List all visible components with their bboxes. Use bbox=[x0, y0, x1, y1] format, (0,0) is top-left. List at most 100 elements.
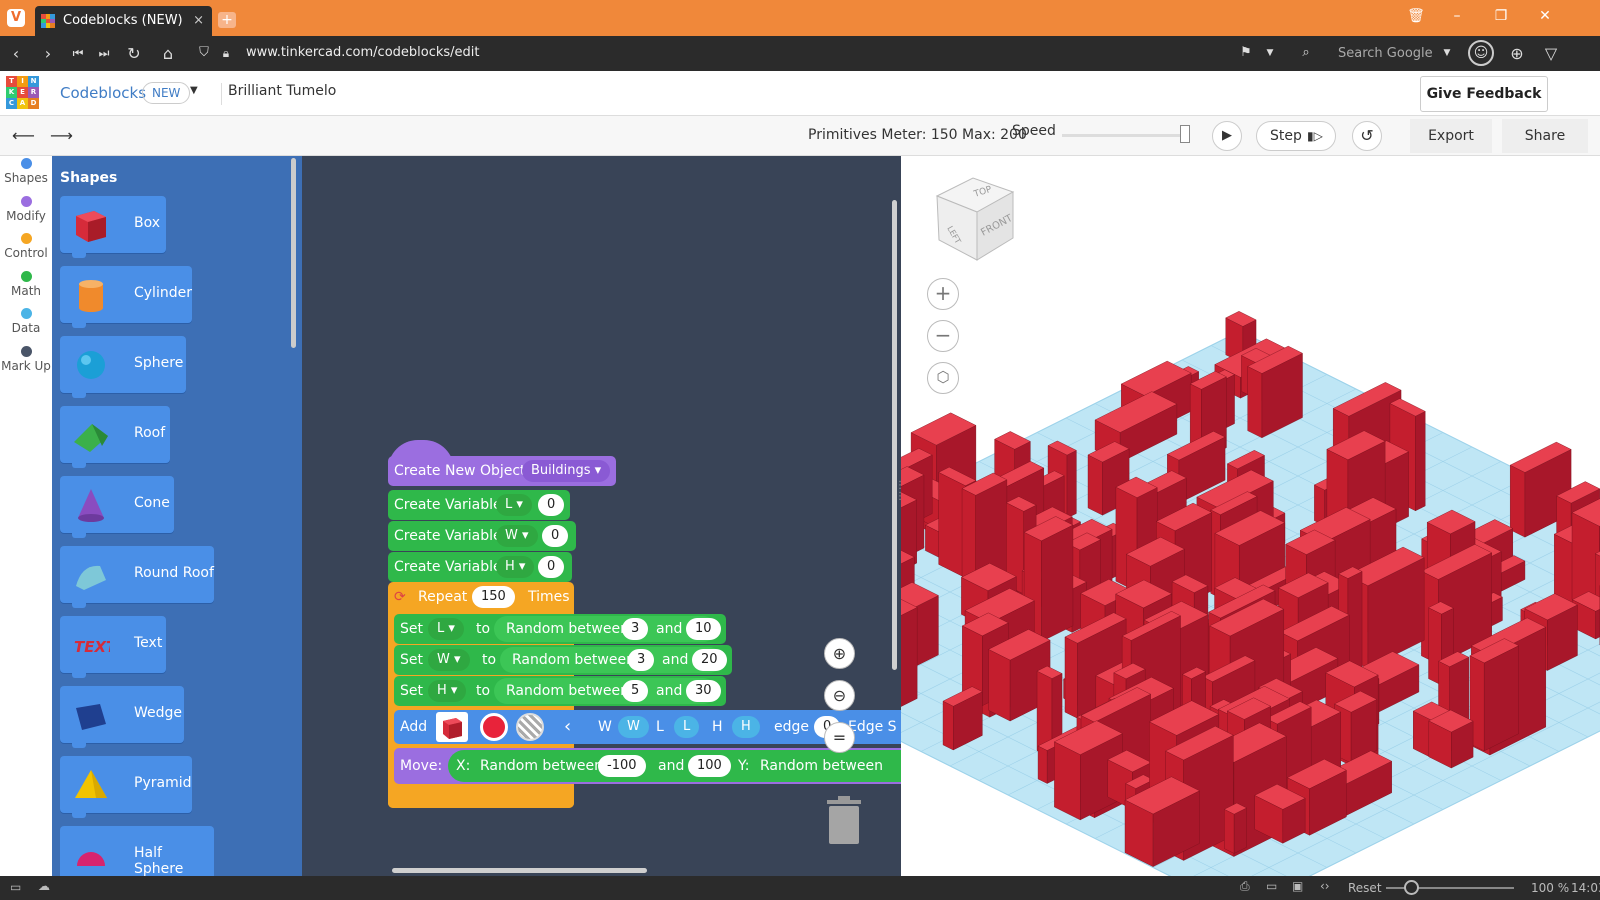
random-min-input[interactable]: 3 bbox=[622, 618, 649, 640]
cloud-sync-icon[interactable]: ☁ bbox=[38, 879, 50, 893]
set-variable-dropdown[interactable]: H ▾ bbox=[428, 680, 467, 702]
project-name[interactable]: Brilliant Tumelo bbox=[221, 83, 336, 105]
variable-value-input[interactable]: 0 bbox=[538, 556, 565, 578]
hole-toggle-button[interactable] bbox=[516, 713, 544, 741]
variable-value-input[interactable]: 0 bbox=[538, 494, 565, 516]
browser-tab[interactable]: Codeblocks (NEW) × bbox=[35, 6, 212, 36]
tiling-icon[interactable]: ▭ bbox=[1266, 879, 1277, 893]
minimize-button[interactable]: – bbox=[1447, 8, 1467, 24]
extension-plus-icon[interactable]: ⊕ bbox=[1507, 44, 1527, 63]
3d-viewport[interactable]: TOP LEFT FRONT + − ⬡ bbox=[901, 156, 1600, 876]
profile-avatar-icon[interactable]: ☺ bbox=[1468, 40, 1494, 66]
building-box[interactable] bbox=[901, 593, 918, 719]
trash-icon[interactable]: 🗑 bbox=[1406, 8, 1426, 24]
page-zoom-handle[interactable] bbox=[1404, 880, 1419, 895]
close-window-button[interactable]: ✕ bbox=[1535, 8, 1555, 24]
palette-block-sphere[interactable]: Sphere bbox=[60, 336, 186, 398]
random-min-input[interactable]: 5 bbox=[622, 680, 649, 702]
palette-block-cone[interactable]: Cone bbox=[60, 476, 174, 538]
undo-icon[interactable]: ⟵ bbox=[12, 126, 35, 145]
chevron-left-icon[interactable]: ‹ bbox=[564, 712, 571, 742]
set-variable-block[interactable]: Set W ▾ to Random between 3 and 20 bbox=[394, 645, 732, 675]
random-min-input[interactable]: 3 bbox=[628, 649, 655, 671]
url-text[interactable]: www.tinkercad.com/codeblocks/edit bbox=[246, 45, 480, 60]
zoom-in-icon[interactable]: ⊕ bbox=[824, 638, 855, 669]
category-mark-up[interactable]: Mark Up bbox=[0, 345, 52, 373]
variable-name-dropdown[interactable]: H ▾ bbox=[496, 556, 535, 578]
tinkercad-logo[interactable]: TINKERCAD bbox=[6, 76, 39, 109]
set-variable-dropdown[interactable]: W ▾ bbox=[428, 649, 470, 671]
page-actions-icon[interactable]: ‹› bbox=[1320, 879, 1330, 893]
chevron-down-icon[interactable]: ▼ bbox=[190, 85, 198, 96]
variable-value-input[interactable]: 0 bbox=[542, 525, 569, 547]
create-object-block[interactable]: Create New Object Buildings ▾ bbox=[388, 456, 616, 486]
random-max-input[interactable]: 30 bbox=[686, 680, 721, 702]
set-variable-dropdown[interactable]: L ▾ bbox=[428, 618, 464, 640]
bookmark-icon[interactable]: ⚑ bbox=[1236, 45, 1256, 60]
forward-icon[interactable]: › bbox=[38, 44, 58, 63]
shield-icon[interactable]: ⛉ bbox=[194, 45, 214, 60]
step-button[interactable]: Step ▮▷ bbox=[1256, 121, 1336, 151]
create-variable-block[interactable]: Create Variable L ▾ 0 bbox=[388, 490, 570, 520]
speed-slider[interactable] bbox=[1062, 134, 1184, 137]
random-max-input[interactable]: 10 bbox=[686, 618, 721, 640]
palette-block-wedge[interactable]: Wedge bbox=[60, 686, 184, 748]
buildings-scene[interactable] bbox=[901, 156, 1600, 876]
repeat-count-input[interactable]: 150 bbox=[472, 586, 515, 608]
workspace-vertical-scrollbar[interactable] bbox=[892, 200, 897, 670]
share-button[interactable]: Share bbox=[1502, 119, 1588, 153]
bookmark-dropdown-icon[interactable]: ▼ bbox=[1260, 48, 1280, 58]
workspace-horizontal-scrollbar[interactable] bbox=[392, 868, 647, 873]
move-x-max-input[interactable]: 100 bbox=[688, 755, 731, 777]
panel-toggle-icon[interactable]: ▭ bbox=[10, 880, 21, 894]
building-box[interactable] bbox=[1223, 802, 1248, 854]
object-name-dropdown[interactable]: Buildings ▾ bbox=[522, 460, 611, 482]
length-variable-pill[interactable]: L bbox=[674, 716, 700, 738]
height-variable-pill[interactable]: H bbox=[732, 716, 760, 738]
home-icon[interactable]: ⌂ bbox=[158, 44, 178, 63]
capture-icon[interactable]: ⎙ bbox=[1240, 879, 1250, 894]
palette-scrollbar[interactable] bbox=[291, 158, 296, 348]
palette-block-cylinder[interactable]: Cylinder bbox=[60, 266, 192, 328]
rewind-icon[interactable]: ⏮ bbox=[68, 46, 88, 61]
set-variable-block[interactable]: Set H ▾ to Random between 5 and 30 bbox=[394, 676, 726, 706]
category-shapes[interactable]: Shapes bbox=[0, 158, 52, 185]
random-max-input[interactable]: 20 bbox=[692, 649, 727, 671]
building-box[interactable] bbox=[1428, 709, 1474, 769]
tab-close-icon[interactable]: × bbox=[193, 6, 204, 36]
category-math[interactable]: Math bbox=[0, 270, 52, 298]
category-control[interactable]: Control bbox=[0, 233, 52, 260]
palette-block-round-roof[interactable]: Round Roof bbox=[60, 546, 214, 608]
category-modify[interactable]: Modify bbox=[0, 195, 52, 223]
maximize-button[interactable]: ❐ bbox=[1491, 8, 1511, 24]
reset-button[interactable]: ↺ bbox=[1352, 121, 1382, 151]
palette-block-box[interactable]: Box bbox=[60, 196, 166, 258]
building-box[interactable] bbox=[1469, 638, 1520, 752]
create-variable-block[interactable]: Create Variable W ▾ 0 bbox=[388, 521, 576, 551]
vivaldi-menu-icon[interactable]: ▽ bbox=[1541, 44, 1561, 63]
back-icon[interactable]: ‹ bbox=[6, 44, 26, 63]
palette-block-text[interactable]: TEXT Text bbox=[60, 616, 166, 678]
zoom-reset-icon[interactable]: = bbox=[824, 722, 855, 753]
palette-block-pyramid[interactable]: Pyramid bbox=[60, 756, 192, 818]
zoom-reset-label[interactable]: Reset bbox=[1348, 881, 1382, 895]
codeblocks-title[interactable]: Codeblocks bbox=[60, 84, 146, 102]
color-swatch-button[interactable] bbox=[480, 713, 508, 741]
speed-slider-handle[interactable] bbox=[1180, 125, 1190, 143]
give-feedback-button[interactable]: Give Feedback bbox=[1420, 76, 1548, 112]
new-tab-button[interactable]: + bbox=[218, 12, 236, 28]
create-variable-block[interactable]: Create Variable H ▾ 0 bbox=[388, 552, 572, 582]
zoom-out-icon[interactable]: ⊖ bbox=[824, 680, 855, 711]
variable-name-dropdown[interactable]: W ▾ bbox=[496, 525, 538, 547]
redo-icon[interactable]: ⟶ bbox=[50, 126, 73, 145]
set-variable-block[interactable]: Set L ▾ to Random between 3 and 10 bbox=[394, 614, 726, 644]
fast-forward-icon[interactable]: ⏭ bbox=[94, 46, 114, 61]
variable-name-dropdown[interactable]: L ▾ bbox=[496, 494, 532, 516]
box-icon[interactable] bbox=[436, 712, 468, 742]
move-block[interactable]: Move: X: Random between -100 and 100 Y: … bbox=[394, 748, 901, 784]
images-icon[interactable]: ▣ bbox=[1292, 879, 1303, 893]
export-button[interactable]: Export bbox=[1410, 119, 1492, 153]
move-x-min-input[interactable]: -100 bbox=[598, 755, 646, 777]
search-engine-dropdown-icon[interactable]: ▼ bbox=[1437, 48, 1457, 58]
category-data[interactable]: Data bbox=[0, 308, 52, 335]
